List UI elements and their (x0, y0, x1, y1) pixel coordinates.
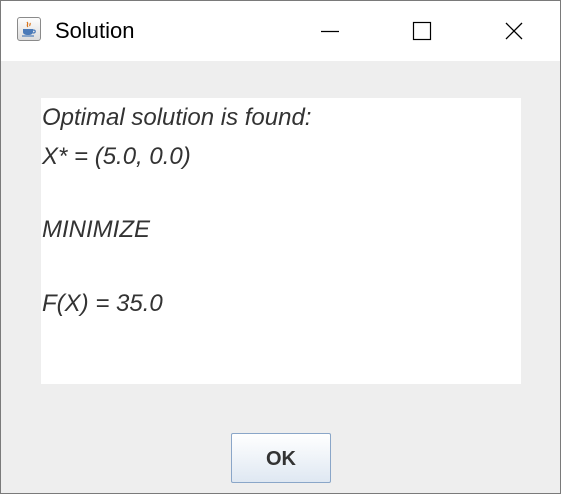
objective-direction: MINIMIZE (42, 216, 150, 243)
title-bar[interactable]: Solution (1, 1, 560, 61)
solution-dialog: Solution Optimal solution is found: X* =… (0, 0, 561, 494)
objective-value: F(X) = 35.0 (42, 290, 163, 317)
close-icon (505, 22, 523, 40)
minimize-icon (321, 30, 339, 33)
window-title: Solution (55, 18, 135, 43)
minimize-button[interactable] (307, 1, 353, 61)
maximize-button[interactable] (399, 1, 445, 61)
ok-button[interactable]: OK (231, 433, 331, 483)
close-button[interactable] (491, 1, 537, 61)
solution-vector: X* = (5.0, 0.0) (42, 143, 191, 170)
maximize-icon (412, 21, 432, 41)
solution-message-panel: Optimal solution is found: X* = (5.0, 0.… (41, 98, 521, 384)
java-cup-icon[interactable] (17, 17, 41, 41)
status-message: Optimal solution is found: (42, 104, 312, 131)
